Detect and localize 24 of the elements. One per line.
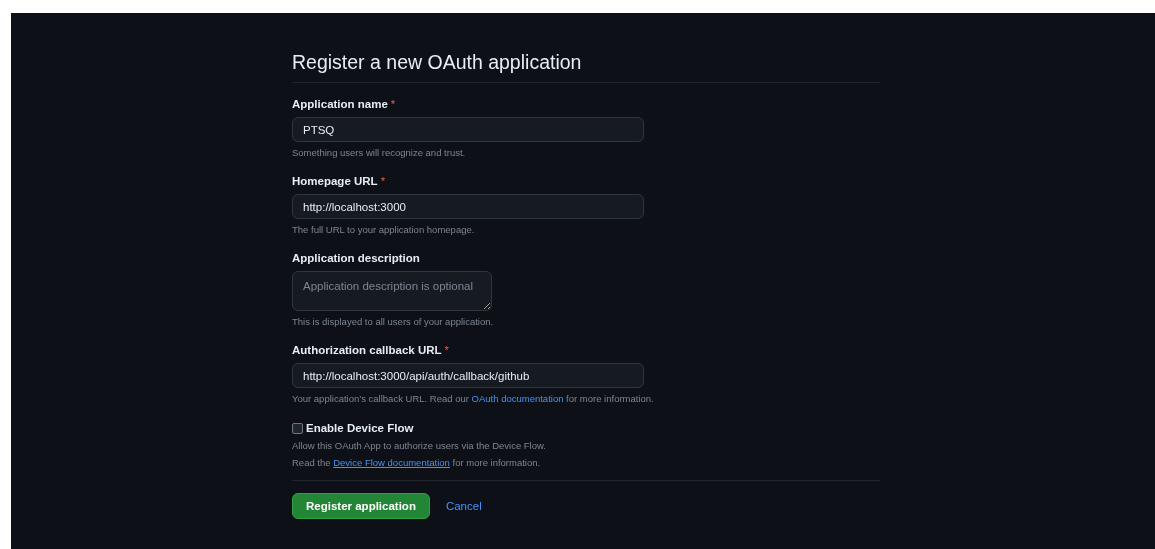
cancel-link[interactable]: Cancel: [445, 500, 482, 512]
hint-text: Something users will recognize and trust.: [292, 147, 467, 158]
hint-text: Read the Device Flow documentation for more information.: [292, 457, 542, 468]
field-label: Homepage URL: [292, 175, 378, 187]
hint-text: The full URL to your application homepage.: [292, 224, 476, 235]
description-textarea[interactable]: Application description is optional: [292, 271, 492, 311]
hint-text: Allow this OAuth App to authorize users via the Device Flow.: [292, 440, 547, 451]
register-button[interactable]: Register application: [292, 493, 430, 519]
field-label: Application name: [292, 98, 388, 110]
text-input[interactable]: http://localhost:3000/api/auth/callback/github: [292, 363, 644, 388]
checkbox-label[interactable]: Enable Device Flow: [306, 422, 414, 434]
documentation-link[interactable]: OAuth documentation: [471, 393, 564, 404]
documentation-link[interactable]: Device Flow documentation: [333, 457, 450, 468]
field-label: Authorization callback URL: [292, 344, 442, 356]
page-title: Register a new OAuth application: [292, 51, 880, 83]
field-label: Application description: [292, 252, 420, 264]
hint-text: Your application’s callback URL. Read our OAuth documentation for more information.: [292, 393, 655, 404]
hint-text: This is displayed to all users of your application.: [292, 316, 495, 327]
required-asterisk: *: [380, 175, 386, 187]
checkbox[interactable]: [292, 422, 303, 434]
required-asterisk: *: [390, 98, 396, 110]
required-asterisk: *: [444, 344, 449, 356]
text-input[interactable]: http://localhost:3000: [292, 194, 644, 219]
text-input[interactable]: PTSQ: [292, 117, 644, 142]
